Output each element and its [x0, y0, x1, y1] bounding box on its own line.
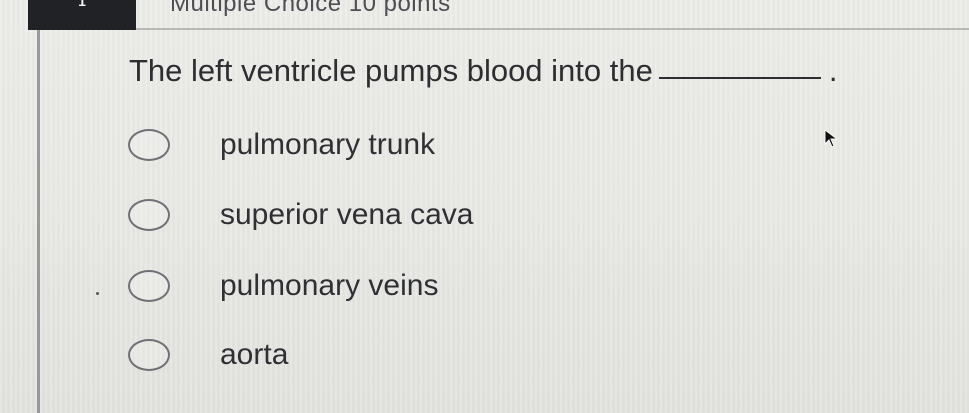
choice-pulmonary-trunk[interactable]: pulmonary trunk [128, 127, 548, 167]
radio-button-icon[interactable] [128, 129, 170, 161]
radio-button-icon[interactable] [128, 270, 170, 302]
choice-pulmonary-veins[interactable]: pulmonary veins [128, 268, 548, 308]
choice-superior-vena-cava[interactable]: superior vena cava [128, 197, 548, 237]
choice-label: aorta [220, 338, 289, 371]
choice-label: superior vena cava [220, 198, 474, 231]
quiz-screen: 1 Multiple Choice 10 points The left ven… [0, 0, 969, 413]
choice-aorta[interactable]: aorta [128, 337, 548, 377]
radio-button-icon[interactable] [128, 199, 170, 231]
radio-button-icon[interactable] [128, 339, 170, 371]
answer-choices: pulmonary trunk superior vena cava pulmo… [0, 0, 969, 413]
choice-label: pulmonary trunk [220, 128, 436, 161]
screen-dust-dot [96, 292, 99, 295]
mouse-cursor-icon [824, 129, 839, 148]
choice-label: pulmonary veins [220, 269, 439, 302]
